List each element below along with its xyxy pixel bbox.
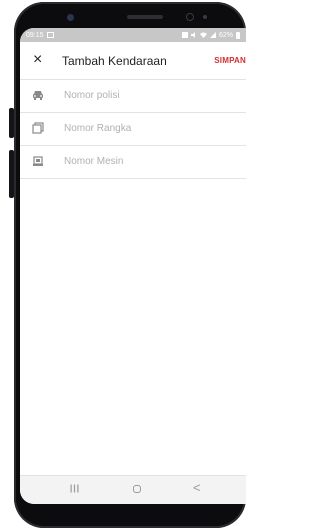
- status-time: 09:15: [26, 31, 44, 39]
- front-camera-icon: [67, 14, 74, 21]
- mute-icon: [190, 32, 195, 38]
- wifi-icon: [199, 32, 207, 38]
- battery-percent: 62%: [218, 31, 233, 39]
- license-plate-placeholder: Nomor polisi: [64, 90, 120, 101]
- sim-icon: [181, 32, 188, 38]
- license-plate-field[interactable]: Nomor polisi: [20, 79, 246, 112]
- save-button[interactable]: SIMPAN: [214, 56, 246, 65]
- back-icon[interactable]: <: [193, 481, 201, 494]
- page-title: Tambah Kendaraan: [62, 54, 167, 68]
- signal-icon: [209, 32, 216, 38]
- engine-number-placeholder: Nomor Mesin: [64, 156, 124, 167]
- engine-number-field[interactable]: Nomor Mesin: [20, 145, 246, 179]
- recent-apps-icon[interactable]: [70, 484, 79, 493]
- system-nav-bar: <: [20, 475, 246, 504]
- screen: 09:15 62% × Tambah Kendaraan SIMPAN Nomo…: [20, 28, 246, 504]
- frame-icon: [32, 122, 44, 134]
- earpiece-speaker: [127, 15, 163, 19]
- iris-sensor-icon: [186, 13, 194, 21]
- proximity-sensor-icon: [203, 15, 207, 19]
- status-bar: 09:15 62%: [20, 28, 246, 42]
- vehicle-form: Nomor polisi Nomor Rangka Nomor Mesin: [20, 79, 246, 179]
- car-icon: [33, 91, 43, 100]
- app-bar: × Tambah Kendaraan SIMPAN: [20, 42, 246, 79]
- chassis-number-field[interactable]: Nomor Rangka: [20, 112, 246, 145]
- chassis-number-placeholder: Nomor Rangka: [64, 123, 132, 134]
- engine-icon: [33, 156, 43, 166]
- device-frame: 09:15 62% × Tambah Kendaraan SIMPAN Nomo…: [0, 0, 246, 529]
- gallery-notification-icon: [46, 32, 54, 38]
- battery-icon: [236, 31, 240, 39]
- home-icon[interactable]: [133, 485, 141, 493]
- close-icon[interactable]: ×: [33, 51, 42, 69]
